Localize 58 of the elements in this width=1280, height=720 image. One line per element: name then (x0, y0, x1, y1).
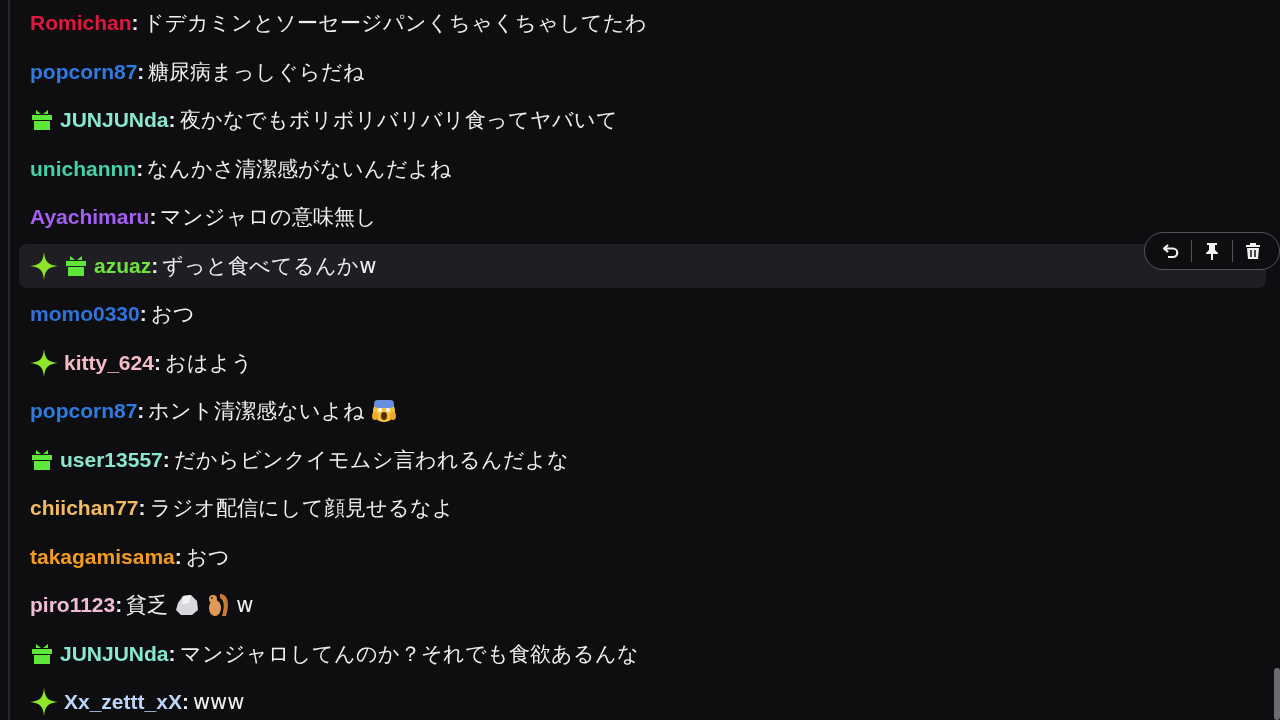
name-separator: : (162, 447, 170, 472)
name-separator: : (137, 59, 145, 84)
username[interactable]: momo0330 (30, 302, 140, 326)
gift-icon (64, 253, 88, 278)
name-separator: : (168, 641, 176, 666)
name-separator: : (181, 690, 189, 714)
username[interactable]: Xx_zettt_xX (64, 690, 182, 714)
username[interactable]: JUNJUNda (60, 108, 169, 132)
username[interactable]: Romichan (30, 11, 132, 35)
message-text: ドデカミンとソーセージパンくちゃくちゃしてたわ (142, 10, 647, 37)
name-separator: : (138, 496, 146, 520)
message-text: おつ (150, 301, 195, 328)
username[interactable]: Ayachimaru (30, 205, 150, 229)
name-separator: : (149, 205, 157, 229)
message-text: ラジオ配信にして顔見せるなよ (149, 495, 454, 522)
gift-icon (30, 108, 54, 132)
name-separator: : (136, 156, 144, 181)
name-separator: : (153, 350, 161, 375)
username[interactable]: JUNJUNda (60, 641, 169, 666)
pin-icon (1205, 241, 1219, 260)
scrollbar-thumb[interactable] (1274, 668, 1280, 720)
name-separator: : (168, 108, 176, 132)
message-text: 糖尿病まっしぐらだね (148, 58, 366, 86)
name-separator: : (131, 11, 139, 35)
message-text: マンジャロの意味無し (160, 204, 378, 231)
squirrel-icon (206, 592, 231, 618)
message-text: だからビンクイモムシ言われるんだよな (173, 446, 569, 474)
username[interactable]: takagamisama (30, 544, 175, 569)
username[interactable]: unichannn (30, 156, 137, 181)
username[interactable]: azuaz (94, 253, 152, 278)
username[interactable]: piro1123 (30, 593, 116, 617)
name-separator: : (151, 253, 159, 278)
message-text: おつ (185, 543, 230, 571)
gift-icon (30, 641, 54, 666)
undo-arrow-icon (1163, 242, 1179, 259)
trash-icon (1246, 242, 1260, 259)
username[interactable]: chiichan77 (30, 496, 139, 520)
message-text: なんかさ清潔感がないんだよね (147, 155, 453, 183)
name-separator: : (139, 302, 147, 326)
name-separator: : (174, 544, 182, 569)
message-text: マンジャロしてんのか？それでも食欲あるんな (179, 640, 639, 668)
username[interactable]: user13557 (60, 447, 163, 472)
message-text: w (236, 593, 254, 617)
username[interactable]: popcorn87 (30, 399, 138, 423)
message-text: おはよう (164, 349, 253, 377)
sparkle-icon (30, 688, 58, 716)
message-text: 夜かなでもボリボリバリバリ食ってヤバいて (179, 107, 618, 134)
gift-icon (30, 447, 54, 472)
message-text: ホント清潔感ないよね (148, 398, 366, 425)
name-separator: : (115, 593, 123, 617)
username[interactable]: kitty_624 (64, 350, 154, 375)
username[interactable]: popcorn87 (30, 59, 138, 84)
name-separator: : (137, 399, 145, 423)
rock-icon (174, 593, 201, 617)
screaming-face-icon (371, 398, 398, 424)
message-text: ずっと食べてるんかw (162, 252, 377, 280)
message-text: www (192, 690, 245, 714)
message-text: 貧乏 (126, 592, 169, 619)
